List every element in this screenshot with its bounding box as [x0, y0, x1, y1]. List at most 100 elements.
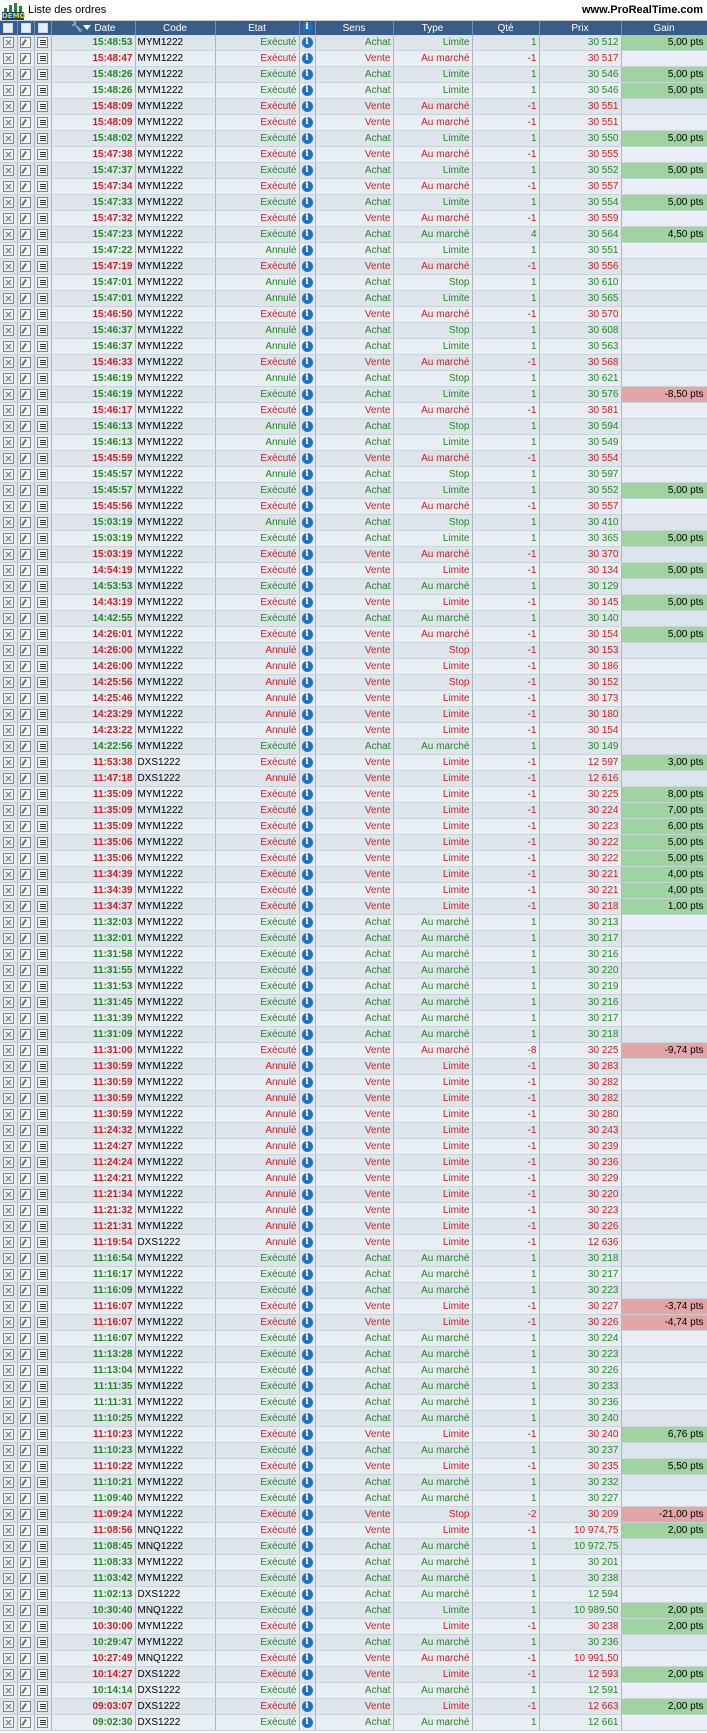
edit-order-icon[interactable] [20, 660, 31, 672]
cancel-order-icon[interactable] [2, 708, 14, 720]
edit-order-icon[interactable] [20, 1476, 31, 1488]
edit-order-icon[interactable] [20, 500, 31, 512]
table-row[interactable]: 11:24:27 MYM1222 Annulé i Vente Limite -1 30 23… [0, 1138, 707, 1155]
info-cell[interactable]: i [299, 1362, 316, 1379]
cancel-cell[interactable] [0, 738, 18, 755]
edit-cell[interactable] [17, 482, 35, 499]
info-cell[interactable]: i [299, 1154, 316, 1171]
info-cell[interactable]: i [299, 210, 316, 227]
cancel-cell[interactable] [0, 866, 18, 883]
info-cell[interactable]: i [299, 418, 316, 435]
edit-order-icon[interactable] [20, 1156, 31, 1168]
table-row[interactable]: 11:30:59 MYM1222 Annulé i Vente Limite -1 30 28… [0, 1074, 707, 1091]
info-cell[interactable]: i [299, 146, 316, 163]
edit-order-icon[interactable] [20, 116, 31, 128]
order-detail-icon[interactable] [37, 164, 48, 176]
detail-cell[interactable] [34, 402, 52, 419]
detail-cell[interactable] [34, 1218, 52, 1235]
edit-order-icon[interactable] [20, 436, 31, 448]
table-row[interactable]: 11:31:55 MYM1222 Exécuté i Achat Au marché 1 30… [0, 962, 707, 979]
edit-cell[interactable] [17, 706, 35, 723]
cancel-order-icon[interactable] [2, 1396, 14, 1408]
info-icon[interactable]: i [301, 180, 313, 192]
cancel-order-icon[interactable] [2, 724, 14, 736]
order-detail-icon[interactable] [37, 1716, 48, 1728]
table-row[interactable]: 15:48:53 MYM1222 Exécuté i Achat Limite 1 30 51… [0, 35, 707, 51]
detail-header-icon[interactable] [37, 22, 48, 33]
detail-cell[interactable] [34, 1266, 52, 1283]
detail-cell[interactable] [34, 290, 52, 307]
edit-cell[interactable] [17, 1602, 35, 1619]
info-icon[interactable]: i [301, 1140, 313, 1152]
edit-order-icon[interactable] [20, 148, 31, 160]
edit-order-icon[interactable] [20, 212, 31, 224]
cancel-order-icon[interactable] [2, 788, 14, 800]
info-cell[interactable]: i [299, 930, 316, 947]
info-cell[interactable]: i [299, 562, 316, 579]
edit-cell[interactable] [17, 1490, 35, 1507]
cancel-cell[interactable] [0, 162, 18, 179]
table-row[interactable]: 14:54:19 MYM1222 Exécuté i Vente Limite -1 30 1… [0, 562, 707, 579]
detail-cell[interactable] [34, 146, 52, 163]
info-icon[interactable]: i [301, 884, 313, 896]
header-edit-col[interactable] [17, 21, 35, 35]
cancel-cell[interactable] [0, 130, 18, 147]
cancel-cell[interactable] [0, 930, 18, 947]
cancel-cell[interactable] [0, 418, 18, 435]
order-detail-icon[interactable] [37, 596, 48, 608]
cancel-cell[interactable] [0, 1458, 18, 1475]
cancel-order-icon[interactable] [2, 1700, 14, 1712]
order-detail-icon[interactable] [37, 148, 48, 160]
info-icon[interactable]: i [301, 420, 313, 432]
cancel-order-icon[interactable] [2, 1364, 14, 1376]
edit-order-icon[interactable] [20, 1540, 31, 1552]
table-row[interactable]: 15:45:59 MYM1222 Exécuté i Vente Au marché -1 3… [0, 450, 707, 467]
order-detail-icon[interactable] [37, 516, 48, 528]
order-detail-icon[interactable] [37, 948, 48, 960]
info-cell[interactable]: i [299, 834, 316, 851]
header-detail-col[interactable] [34, 21, 52, 35]
edit-cell[interactable] [17, 1010, 35, 1027]
info-icon[interactable]: i [301, 340, 313, 352]
info-cell[interactable]: i [299, 322, 316, 339]
cancel-cell[interactable] [0, 1218, 18, 1235]
cancel-cell[interactable] [0, 786, 18, 803]
edit-cell[interactable] [17, 1634, 35, 1651]
cancel-cell[interactable] [0, 146, 18, 163]
order-detail-icon[interactable] [37, 1316, 48, 1328]
order-detail-icon[interactable] [37, 500, 48, 512]
detail-cell[interactable] [34, 482, 52, 499]
edit-order-icon[interactable] [20, 1524, 31, 1536]
cancel-cell[interactable] [0, 450, 18, 467]
table-row[interactable]: 11:30:59 MYM1222 Annulé i Vente Limite -1 30 28… [0, 1058, 707, 1075]
cancel-cell[interactable] [0, 1650, 18, 1667]
cancel-order-icon[interactable] [2, 1236, 14, 1248]
cancel-order-icon[interactable] [2, 500, 14, 512]
table-row[interactable]: 11:34:39 MYM1222 Exécuté i Vente Limite -1 30 2… [0, 866, 707, 883]
order-detail-icon[interactable] [37, 308, 48, 320]
order-detail-icon[interactable] [37, 1636, 48, 1648]
cancel-order-icon[interactable] [2, 692, 14, 704]
edit-cell[interactable] [17, 1346, 35, 1363]
edit-cell[interactable] [17, 1714, 35, 1731]
info-cell[interactable]: i [299, 66, 316, 83]
info-cell[interactable]: i [299, 242, 316, 259]
table-row[interactable]: 11:09:24 MYM1222 Exécuté i Vente Stop -2 30 209… [0, 1506, 707, 1523]
order-detail-icon[interactable] [37, 1700, 48, 1712]
edit-order-icon[interactable] [20, 468, 31, 480]
edit-cell[interactable] [17, 546, 35, 563]
info-cell[interactable]: i [299, 1554, 316, 1571]
cancel-order-icon[interactable] [2, 132, 14, 144]
cancel-order-icon[interactable] [2, 292, 14, 304]
info-cell[interactable]: i [299, 962, 316, 979]
table-row[interactable]: 15:46:50 MYM1222 Exécuté i Vente Au marché -1 3… [0, 306, 707, 323]
info-cell[interactable]: i [299, 1234, 316, 1251]
detail-cell[interactable] [34, 674, 52, 691]
detail-cell[interactable] [34, 1314, 52, 1331]
edit-order-icon[interactable] [20, 1364, 31, 1376]
edit-order-icon[interactable] [20, 228, 31, 240]
detail-cell[interactable] [34, 690, 52, 707]
edit-cell[interactable] [17, 290, 35, 307]
table-row[interactable]: 09:03:07 DXS1222 Exécuté i Vente Limite -1 12 6… [0, 1698, 707, 1715]
edit-order-icon[interactable] [20, 308, 31, 320]
